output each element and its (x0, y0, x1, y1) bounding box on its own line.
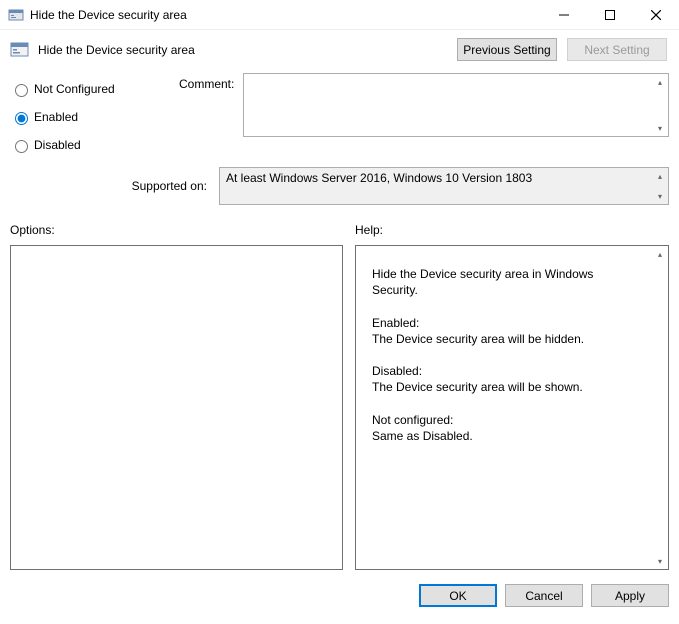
maximize-button[interactable] (587, 0, 633, 29)
radio-not-configured[interactable]: Not Configured (10, 75, 175, 103)
app-icon (8, 7, 24, 23)
section-labels: Options: Help: (0, 211, 679, 241)
supported-row: Supported on: At least Windows Server 20… (0, 159, 679, 211)
config-row: Not Configured Enabled Disabled Comment:… (0, 73, 679, 159)
radio-not-configured-label: Not Configured (34, 82, 115, 96)
radio-enabled-label: Enabled (34, 110, 78, 124)
header-row: Hide the Device security area Previous S… (0, 30, 679, 73)
supported-on-text: At least Windows Server 2016, Windows 10… (220, 168, 668, 188)
chevron-down-icon[interactable]: ▾ (652, 553, 668, 569)
dialog-buttons: OK Cancel Apply (0, 576, 679, 617)
radio-enabled[interactable]: Enabled (10, 103, 175, 131)
radio-not-configured-input[interactable] (15, 84, 28, 97)
window-title: Hide the Device security area (30, 8, 541, 22)
comment-field-wrap: ▴ ▾ (243, 73, 669, 137)
comment-label: Comment: (179, 77, 234, 91)
chevron-up-icon[interactable]: ▴ (652, 246, 668, 262)
supported-on-label: Supported on: (10, 179, 215, 193)
supported-on-field: At least Windows Server 2016, Windows 10… (219, 167, 669, 205)
titlebar: Hide the Device security area (0, 0, 679, 30)
chevron-up-icon[interactable]: ▴ (652, 74, 668, 90)
minimize-button[interactable] (541, 0, 587, 29)
previous-setting-button[interactable]: Previous Setting (457, 38, 557, 61)
cancel-button[interactable]: Cancel (505, 584, 583, 607)
comment-field[interactable] (244, 74, 652, 106)
radio-disabled[interactable]: Disabled (10, 131, 175, 159)
next-setting-button: Next Setting (567, 38, 667, 61)
chevron-down-icon[interactable]: ▾ (652, 120, 668, 136)
help-panel: Hide the Device security area in Windows… (355, 245, 669, 570)
policy-icon (10, 40, 30, 60)
radio-disabled-input[interactable] (15, 140, 28, 153)
options-panel (10, 245, 343, 570)
apply-button[interactable]: Apply (591, 584, 669, 607)
chevron-up-icon: ▴ (652, 168, 668, 184)
close-button[interactable] (633, 0, 679, 29)
panels: Hide the Device security area in Windows… (0, 241, 679, 576)
chevron-down-icon: ▾ (652, 188, 668, 204)
policy-title: Hide the Device security area (38, 43, 457, 57)
help-text: Hide the Device security area in Windows… (356, 246, 652, 569)
radio-enabled-input[interactable] (15, 112, 28, 125)
radio-disabled-label: Disabled (34, 138, 81, 152)
help-label: Help: (355, 223, 383, 237)
ok-button[interactable]: OK (419, 584, 497, 607)
options-label: Options: (10, 223, 355, 237)
